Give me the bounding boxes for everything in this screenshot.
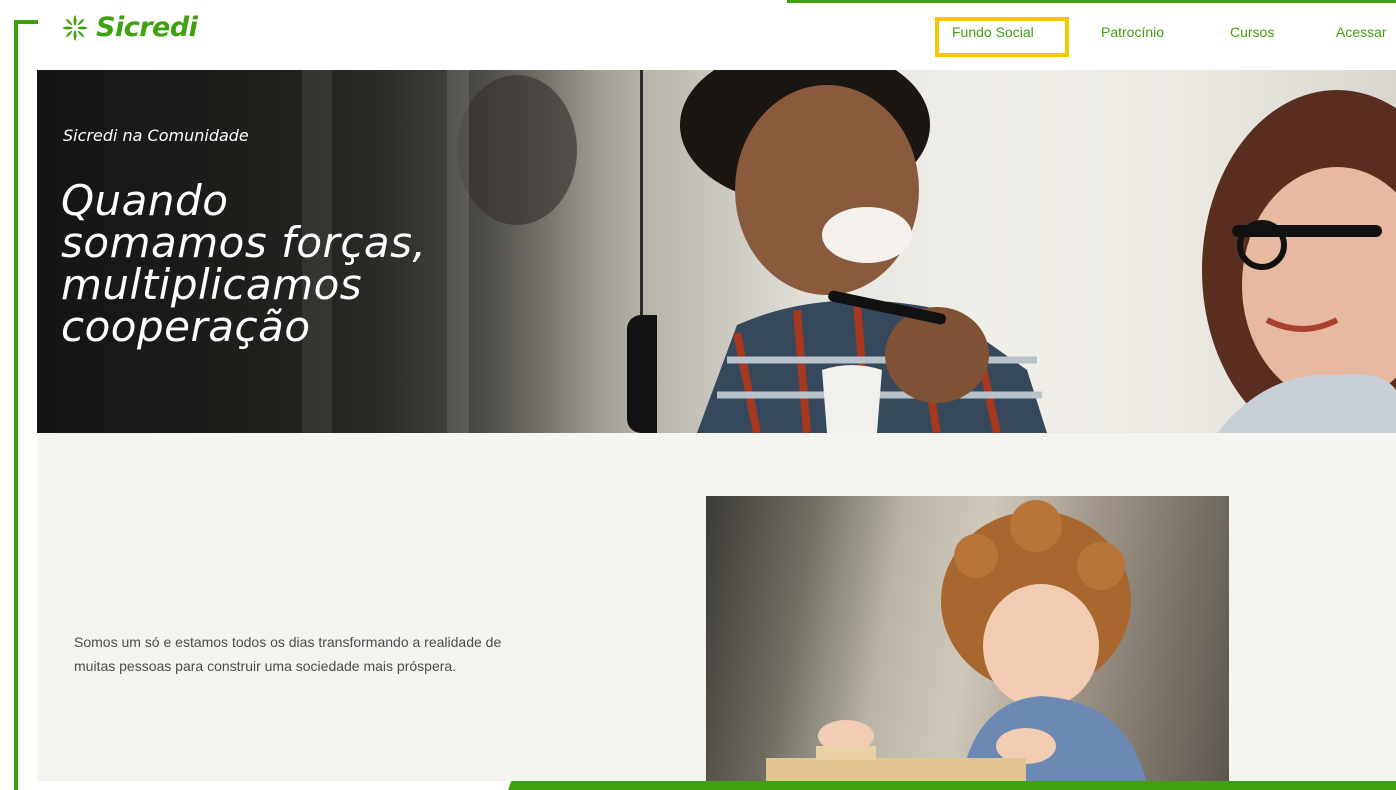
glass-clip bbox=[627, 315, 657, 433]
frame-top-border bbox=[787, 0, 1396, 3]
frame-left-border bbox=[14, 20, 18, 790]
child-photo bbox=[706, 496, 1229, 781]
nav-item-patrocinio[interactable]: Patrocínio bbox=[1101, 24, 1164, 40]
nav-item-acessar[interactable]: Acessar bbox=[1336, 24, 1387, 40]
hero-title: Quando somamos forças, multiplicamos coo… bbox=[61, 180, 581, 348]
nav-item-cursos[interactable]: Cursos bbox=[1230, 24, 1274, 40]
section-body-text: Somos um só e estamos todos os dias tran… bbox=[74, 634, 502, 674]
main-nav: Fundo Social Patrocínio Cursos Acessar bbox=[0, 24, 1396, 44]
hero-banner: Sicredi na Comunidade Quando somamos for… bbox=[37, 70, 1396, 433]
child-illustration bbox=[766, 500, 1146, 781]
frame-bottom-border bbox=[508, 781, 1396, 790]
hero-eyebrow: Sicredi na Comunidade bbox=[63, 126, 249, 145]
hero-title-line: cooperação bbox=[61, 302, 311, 351]
nav-highlight-box bbox=[935, 17, 1069, 57]
